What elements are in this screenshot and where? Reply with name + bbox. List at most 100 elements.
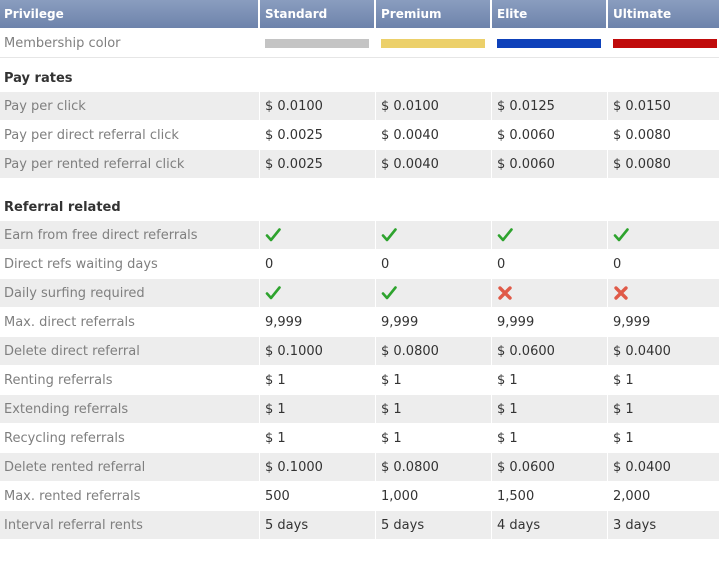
value-cell: $ 1 — [492, 424, 608, 452]
value-cell — [608, 221, 719, 249]
check-icon — [613, 228, 629, 242]
value-cell: $ 0.0400 — [613, 343, 671, 359]
value-cell: $ 0.0040 — [376, 150, 492, 178]
value-cell: $ 0.0400 — [613, 459, 671, 475]
value-cell — [608, 279, 719, 307]
table-row: Direct refs waiting days 0 0 0 0 — [0, 250, 719, 279]
check-icon — [497, 228, 513, 242]
color-swatch-elite — [497, 38, 601, 48]
row-label: Recycling referrals — [0, 424, 260, 452]
row-label: Pay per click — [0, 92, 260, 120]
check-icon — [381, 228, 397, 242]
value-cell: $ 0.0025 — [260, 150, 376, 178]
row-label: Delete rented referral — [0, 453, 260, 481]
row-label: Pay per rented referral click — [0, 150, 260, 178]
color-cell — [608, 29, 719, 57]
row-label: Renting referrals — [0, 366, 260, 394]
value-cell: 9,999 — [376, 308, 492, 336]
value-cell: $ 0.0100 — [260, 92, 376, 120]
value-cell: 0 — [492, 250, 608, 278]
value-cell — [260, 279, 376, 307]
row-label: Delete direct referral — [0, 337, 260, 365]
table-row: Pay per click $ 0.0100 $ 0.0100 $ 0.0125 $ 0… — [0, 92, 719, 121]
color-cell — [492, 29, 608, 57]
header-elite: Elite — [492, 0, 608, 28]
row-label: Daily surfing required — [0, 279, 260, 307]
row-label: Max. direct referrals — [0, 308, 260, 336]
value-cell: 500 — [260, 482, 376, 510]
value-cell: $ 1 — [376, 395, 492, 423]
value-cell: $ 0.0040 — [376, 121, 492, 149]
section-title-referral-related: Referral related — [4, 200, 121, 215]
value-cell: 5 days — [376, 511, 492, 539]
value-cell — [492, 221, 608, 249]
value-cell — [376, 221, 492, 249]
value-cell: $ 0.0080 — [613, 127, 671, 143]
value-cell: $ 0.0100 — [376, 92, 492, 120]
value-cell: 2,000 — [613, 488, 651, 504]
table-row: Earn from free direct referrals — [0, 221, 719, 250]
value-cell: 0 — [613, 256, 622, 272]
value-cell: $ 0.0060 — [492, 150, 608, 178]
cross-icon — [498, 286, 512, 300]
table-row: Renting referrals $ 1 $ 1 $ 1 $ 1 — [0, 366, 719, 395]
row-label: Pay per direct referral click — [0, 121, 260, 149]
value-cell: $ 0.0125 — [492, 92, 608, 120]
value-cell — [260, 221, 376, 249]
check-icon — [265, 286, 281, 300]
header-premium: Premium — [376, 0, 492, 28]
row-label: Interval referral rents — [0, 511, 260, 539]
color-cell — [260, 29, 376, 57]
value-cell: $ 0.0800 — [376, 453, 492, 481]
table-row: Recycling referrals $ 1 $ 1 $ 1 $ 1 — [0, 424, 719, 453]
table-row: Max. rented referrals 500 1,000 1,500 2,000 — [0, 482, 719, 511]
value-cell: $ 0.0080 — [613, 156, 671, 172]
table-row: Interval referral rents 5 days 5 days 4 day… — [0, 511, 719, 540]
referral-related-rows: Earn from free direct referrals Direct re… — [0, 221, 719, 540]
value-cell: 1,000 — [376, 482, 492, 510]
value-cell: 0 — [260, 250, 376, 278]
value-cell: $ 1 — [376, 366, 492, 394]
value-cell: $ 1 — [260, 366, 376, 394]
table-row: Pay per rented referral click $ 0.0025 $ 0… — [0, 150, 719, 179]
value-cell — [376, 279, 492, 307]
value-cell: $ 0.0025 — [260, 121, 376, 149]
color-swatch-standard — [265, 38, 369, 48]
value-cell: 4 days — [492, 511, 608, 539]
value-cell: 9,999 — [492, 308, 608, 336]
header-ultimate: Ultimate — [613, 7, 672, 21]
row-label: Earn from free direct referrals — [0, 221, 260, 249]
membership-comparison-table: Privilege Standard Premium Elite Ultimat… — [0, 0, 719, 540]
value-cell: $ 0.0060 — [492, 121, 608, 149]
color-cell — [376, 29, 492, 57]
value-cell: $ 1 — [613, 401, 634, 417]
check-icon — [265, 228, 281, 242]
value-cell: 3 days — [613, 517, 657, 533]
section-title-pay-rates: Pay rates — [4, 71, 73, 86]
value-cell: $ 1 — [492, 395, 608, 423]
row-label: Extending referrals — [0, 395, 260, 423]
value-cell: $ 0.0150 — [613, 98, 671, 114]
pay-rates-rows: Pay per click $ 0.0100 $ 0.0100 $ 0.0125 $ 0… — [0, 92, 719, 179]
cross-icon — [614, 286, 628, 300]
value-cell: $ 0.0600 — [492, 453, 608, 481]
value-cell: 5 days — [260, 511, 376, 539]
value-cell: $ 0.0600 — [492, 337, 608, 365]
color-swatch-premium — [381, 38, 485, 48]
value-cell: $ 0.0800 — [376, 337, 492, 365]
row-label: Max. rented referrals — [0, 482, 260, 510]
table-row: Extending referrals $ 1 $ 1 $ 1 $ 1 — [0, 395, 719, 424]
membership-color-row: Membership color — [0, 29, 719, 58]
value-cell: $ 1 — [613, 430, 634, 446]
value-cell: $ 1 — [376, 424, 492, 452]
value-cell: $ 1 — [613, 372, 634, 388]
table-header-row: Privilege Standard Premium Elite Ultimat… — [0, 0, 719, 29]
value-cell: 9,999 — [613, 314, 651, 330]
table-row: Pay per direct referral click $ 0.0025 $ 0… — [0, 121, 719, 150]
value-cell: $ 1 — [492, 366, 608, 394]
header-privilege: Privilege — [0, 0, 260, 28]
table-row: Delete rented referral $ 0.1000 $ 0.0800 $ … — [0, 453, 719, 482]
value-cell: $ 0.1000 — [260, 337, 376, 365]
header-standard: Standard — [260, 0, 376, 28]
table-row: Delete direct referral $ 0.1000 $ 0.0800 $ … — [0, 337, 719, 366]
